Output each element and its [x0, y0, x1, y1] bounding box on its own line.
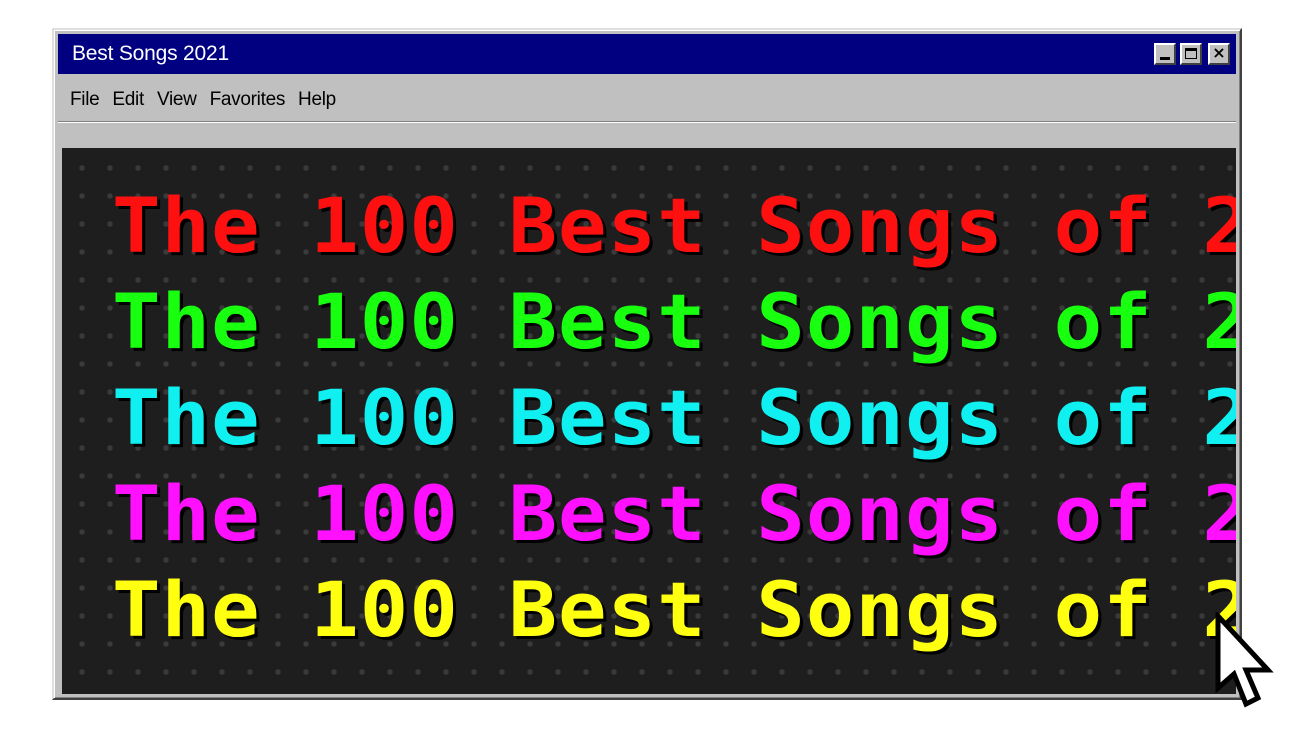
minimize-button[interactable]: [1154, 43, 1176, 65]
title-line-red: The 100 Best Songs of 2021: [112, 181, 1236, 270]
title-bar[interactable]: Best Songs 2021 ×: [58, 34, 1236, 74]
title-lines: The 100 Best Songs of 2021 The 100 Best …: [112, 178, 1236, 658]
maximize-icon: [1185, 48, 1197, 59]
title-line-green: The 100 Best Songs of 2021: [112, 277, 1236, 366]
title-line-cyan: The 100 Best Songs of 2021: [112, 373, 1236, 462]
mouse-pointer-icon: [1215, 612, 1274, 708]
menu-edit[interactable]: Edit: [112, 89, 144, 111]
menu-file[interactable]: File: [70, 89, 100, 111]
window-title: Best Songs 2021: [72, 42, 229, 65]
title-line-magenta: The 100 Best Songs of 2021: [112, 469, 1236, 558]
menu-favorites[interactable]: Favorites: [210, 89, 286, 111]
menu-help[interactable]: Help: [298, 89, 336, 111]
maximize-button[interactable]: [1180, 43, 1202, 65]
minimize-icon: [1160, 57, 1170, 60]
title-line-yellow: The 100 Best Songs of 2021: [112, 565, 1236, 654]
app-window: Best Songs 2021 × File Edit View Favorit…: [52, 28, 1242, 700]
close-icon: ×: [1212, 43, 1226, 62]
content-screen: The 100 Best Songs of 2021 The 100 Best …: [62, 148, 1236, 694]
window-controls: ×: [1154, 43, 1236, 65]
menu-view[interactable]: View: [157, 89, 197, 111]
menu-bar: File Edit View Favorites Help: [58, 78, 1236, 122]
close-button[interactable]: ×: [1208, 43, 1230, 65]
